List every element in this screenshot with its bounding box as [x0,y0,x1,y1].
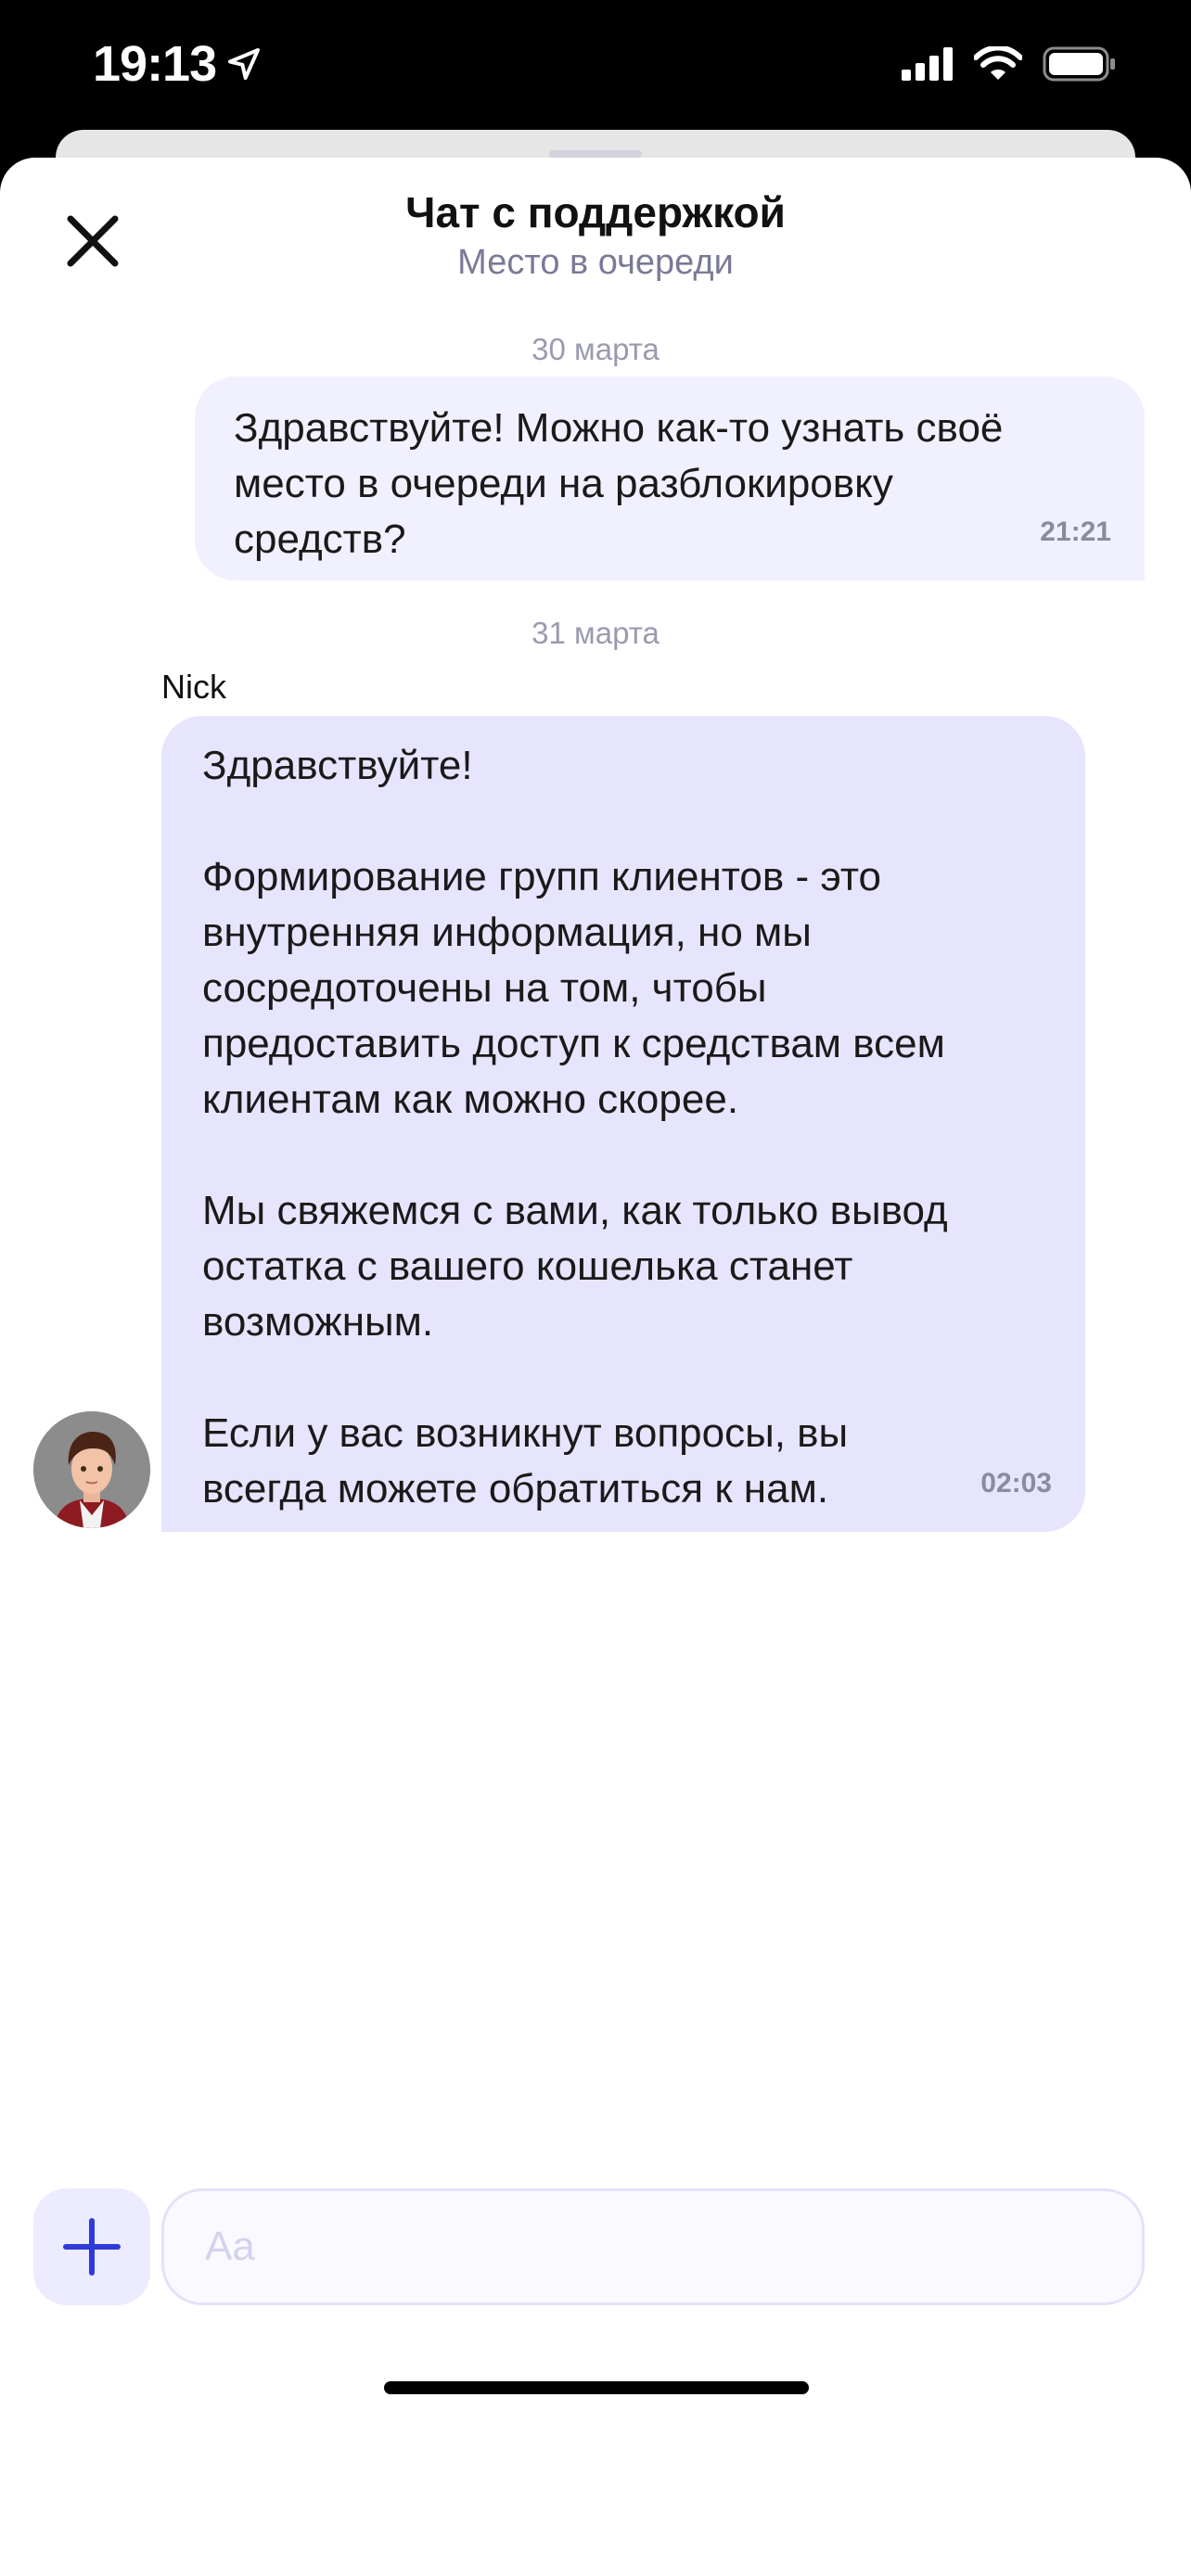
status-bar: 19:13 [0,0,1191,130]
wifi-icon [974,46,1022,80]
incoming-message[interactable]: Здравствуйте! Формирование групп клиенто… [161,716,1085,1532]
home-indicator[interactable] [384,2381,809,2394]
message-text: Здравствуйте! Формирование групп клиенто… [202,743,948,1511]
status-time: 19:13 [93,36,217,92]
date-separator: 30 марта [531,332,660,366]
status-time-group: 19:13 [93,35,263,93]
location-arrow-icon [228,48,261,80]
date-separator: 31 марта [531,616,660,650]
page-subtitle: Место в очереди [457,243,734,282]
outgoing-message[interactable]: Здравствуйте! Можно как-то узнать своё м… [195,376,1145,580]
message-time: 21:21 [1040,516,1111,547]
avatar[interactable] [33,1411,150,1528]
status-icons [902,46,1117,82]
page-title: Чат с поддержкой [405,188,786,236]
cellular-signal-icon [902,47,953,81]
chat-sheet: Чат с поддержкой Место в очереди 30 март… [0,158,1191,2576]
sender-name: Nick [161,668,226,706]
plus-icon [63,2218,121,2276]
message-input[interactable] [161,2188,1145,2305]
battery-icon [1043,46,1115,82]
sheet-handle[interactable] [549,150,642,158]
add-attachment-button[interactable] [33,2188,150,2305]
agent-avatar-icon [33,1411,150,1528]
message-text: Здравствуйте! Можно как-то узнать своё м… [234,405,1004,562]
message-time: 02:03 [980,1468,1052,1498]
